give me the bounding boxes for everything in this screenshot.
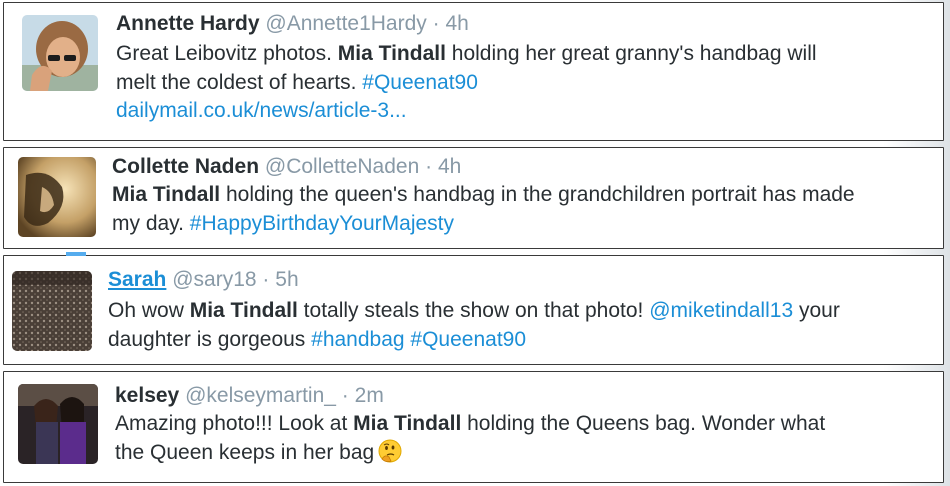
tweet-card[interactable]: Sarah @sary18 · 5h Oh wow Mia Tindall to… (3, 252, 944, 365)
tweet-text: Amazing photo!!! Look at Mia Tindall hol… (115, 410, 825, 467)
tweet-text-bold: Mia Tindall (112, 183, 221, 206)
tweet-text-part: melt the coldest of hearts. (116, 70, 363, 94)
thinking-face-icon (378, 439, 402, 463)
user-handle[interactable]: @ColletteNaden (265, 155, 419, 178)
separator-dot: · (425, 155, 433, 178)
user-handle[interactable]: @Annette1Hardy (265, 12, 426, 35)
timestamp[interactable]: 2m (355, 384, 384, 407)
tweet-text-part: my day. (112, 211, 190, 235)
tweet-text-part: holding the queen's handbag in the grand… (220, 183, 855, 206)
tweet-text-part: Great Leibovitz photos. (116, 42, 338, 65)
user-handle[interactable]: @kelseymartin_ (185, 384, 336, 407)
indicator-tab (66, 252, 86, 256)
timestamp[interactable]: 4h (438, 155, 461, 178)
avatar[interactable] (22, 15, 98, 91)
hashtag-link[interactable]: #Queenat90 (362, 71, 478, 94)
tweet-text-part: the Queen keeps in her bag (115, 440, 375, 464)
user-name[interactable]: Annette Hardy (116, 12, 260, 35)
user-name[interactable]: Collette Naden (112, 155, 259, 178)
timestamp[interactable]: 5h (275, 268, 298, 291)
tweet-text-part: totally steals the show on that photo! (297, 299, 650, 322)
user-name[interactable]: kelsey (115, 384, 179, 407)
hashtag-link[interactable]: #Queenat90 (410, 328, 526, 351)
separator-dot: · (432, 12, 440, 35)
tweet-card[interactable]: Collette Naden @ColletteNaden · 4h Mia T… (3, 147, 944, 249)
avatar[interactable] (18, 384, 98, 464)
hashtag-link[interactable]: #handbag (311, 328, 404, 351)
tweet-text-part: Oh wow (108, 299, 190, 322)
tweet-card[interactable]: Annette Hardy @Annette1Hardy · 4h Great … (3, 2, 944, 141)
tweet-text-part: Amazing photo!!! Look at (115, 412, 354, 435)
avatar[interactable] (18, 157, 96, 237)
user-name[interactable]: Sarah (108, 268, 166, 291)
url-link[interactable]: dailymail.co.uk/news/article-3... (116, 99, 407, 122)
separator-dot: · (262, 268, 270, 291)
hashtag-link[interactable]: #HappyBirthdayYourMajesty (190, 212, 454, 235)
tweet-text: Great Leibovitz photos. Mia Tindall hold… (116, 40, 817, 126)
tweet-text-part: your (793, 299, 840, 322)
avatar[interactable] (12, 271, 92, 351)
user-handle[interactable]: @sary18 (172, 268, 256, 291)
tweet-text: Oh wow Mia Tindall totally steals the sh… (108, 297, 840, 354)
mention-link[interactable]: @miketindall13 (649, 299, 793, 322)
tweet-text-bold: Mia Tindall (353, 412, 462, 435)
tweet-text: Mia Tindall holding the queen's handbag … (112, 181, 855, 238)
tweet-text-part: daughter is gorgeous (108, 327, 312, 351)
tweet-card[interactable]: kelsey @kelseymartin_ · 2m Amazing photo… (3, 371, 944, 483)
separator-dot: · (341, 384, 349, 407)
tweet-text-bold: Mia Tindall (337, 42, 446, 65)
tweet-text-part: holding the Queens bag. Wonder what (461, 412, 826, 435)
timestamp[interactable]: 4h (445, 12, 468, 35)
tweet-text-part: holding her great granny's handbag will (445, 42, 817, 65)
tweet-text-bold: Mia Tindall (189, 299, 298, 322)
